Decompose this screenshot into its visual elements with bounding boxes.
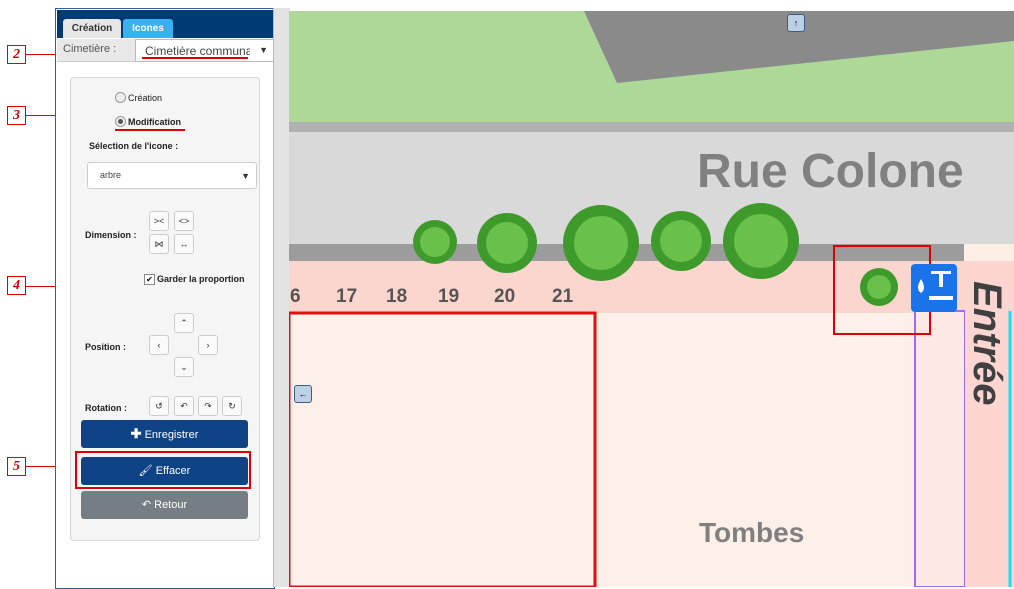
rotate-cw-small-icon[interactable]: ↷	[198, 396, 218, 416]
back-button-label: Retour	[154, 499, 188, 511]
rotate-cw-icon[interactable]: ↻	[222, 396, 242, 416]
plot-number: 6	[290, 286, 301, 307]
entrance-label: Entrée	[965, 281, 1009, 406]
back-button[interactable]: ↶ Retour	[81, 491, 248, 519]
callout-4: 4	[7, 276, 26, 295]
icon-selection-label: Sélection de l'icone :	[89, 141, 179, 151]
tree-4	[651, 211, 711, 271]
callout-5: 5	[7, 457, 26, 476]
move-left-button[interactable]: ‹	[149, 335, 169, 355]
area-label: Tombes	[699, 517, 805, 548]
position-label: Position :	[85, 342, 126, 352]
save-button[interactable]: ✚ Enregistrer	[81, 420, 248, 448]
tree-5	[723, 203, 799, 279]
cemetery-select-value: Cimetière communa	[145, 44, 250, 58]
shrink-button[interactable]: ⋈	[149, 234, 169, 254]
chevron-down-icon: ▼	[259, 45, 268, 55]
plot-numbers: 6 17 18 19 20 21	[289, 286, 609, 312]
tree-selected	[860, 268, 898, 306]
plot-number: 20	[494, 286, 516, 307]
rotate-ccw-small-icon[interactable]: ↶	[174, 396, 194, 416]
tab-icones[interactable]: Icones	[123, 19, 173, 38]
pan-up-button[interactable]: ↑	[787, 14, 805, 32]
tree-3	[563, 205, 639, 281]
edit-form: Création Modification Sélection de l'ico…	[70, 77, 260, 541]
undo-icon: ↶	[141, 499, 152, 511]
plot-number: 21	[552, 286, 574, 307]
cemetery-label: Cimetière :	[63, 43, 117, 55]
keep-ratio-checkbox[interactable]: ✔	[144, 274, 155, 285]
move-up-button[interactable]: ⌃	[174, 313, 194, 333]
expand-width-button[interactable]: <>	[174, 211, 194, 231]
move-right-button[interactable]: ›	[198, 335, 218, 355]
dimension-label: Dimension :	[85, 230, 137, 240]
move-down-button[interactable]: ⌄	[174, 357, 194, 377]
save-button-label: Enregistrer	[144, 429, 199, 441]
icon-editor-panel: Création Icones Cimetière : Cimetière co…	[55, 8, 275, 589]
road-border-top	[289, 122, 1014, 132]
plot-number: 19	[438, 286, 460, 307]
street-name: Rue Colone	[697, 145, 964, 198]
expand-button[interactable]: ↔	[174, 234, 194, 254]
plus-icon: ✚	[130, 426, 142, 441]
plot-number: 17	[336, 286, 358, 307]
radio-modification-label: Modification	[128, 117, 181, 127]
tab-creation[interactable]: Création	[63, 19, 121, 38]
plot-number: 18	[386, 286, 408, 307]
cemetery-row: Cimetière : Cimetière communa ▼	[57, 39, 274, 62]
callout-3-underline	[115, 129, 185, 131]
callout-2-underline	[142, 57, 248, 59]
radio-creation[interactable]	[115, 92, 126, 103]
callout-5-box	[75, 451, 251, 489]
plot-entry-left	[914, 310, 966, 587]
radio-modification[interactable]	[115, 116, 126, 127]
radio-creation-label: Création	[128, 93, 163, 103]
rotate-ccw-icon[interactable]: ↺	[149, 396, 169, 416]
shrink-width-button[interactable]: ><	[149, 211, 169, 231]
tree-1	[413, 220, 457, 264]
icon-select-value: arbre	[100, 170, 122, 180]
keep-ratio-label: Garder la proportion	[157, 274, 245, 284]
plot-left	[289, 311, 597, 587]
map-scrollbar-strip	[273, 8, 290, 587]
rotation-label: Rotation :	[85, 403, 127, 413]
icon-select[interactable]: arbre ▼	[87, 162, 257, 189]
pan-left-button[interactable]: ←	[294, 385, 312, 403]
tree-2	[477, 213, 537, 273]
chevron-down-icon: ▼	[241, 171, 250, 181]
callout-2: 2	[7, 45, 26, 64]
cemetery-map[interactable]: Rue Colone 6 17 18 19 20 21 Tombes Entré…	[289, 11, 1014, 587]
tab-bar: Création Icones	[57, 10, 273, 38]
callout-3: 3	[7, 106, 26, 125]
cemetery-select[interactable]: Cimetière communa ▼	[135, 39, 274, 62]
